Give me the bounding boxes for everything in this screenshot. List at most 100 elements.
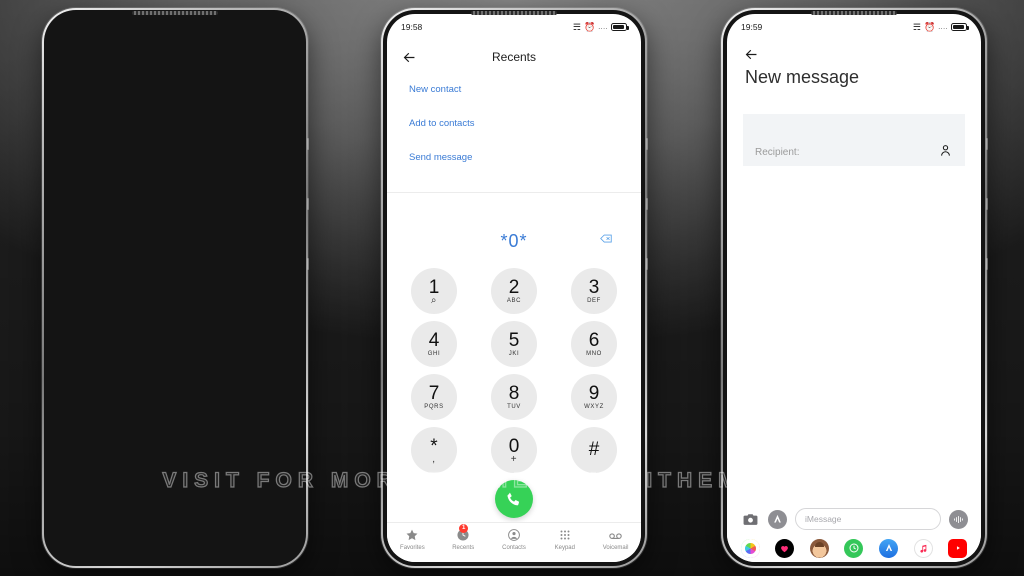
key-sub: WXYZ bbox=[584, 404, 604, 410]
person-icon[interactable] bbox=[938, 143, 953, 158]
voicemail-icon bbox=[608, 527, 623, 543]
key-digit: # bbox=[588, 439, 600, 460]
side-key[interactable] bbox=[307, 138, 309, 150]
back-arrow-icon[interactable] bbox=[401, 49, 418, 66]
tab-keypad[interactable]: Keypad bbox=[539, 527, 590, 551]
new-message-screen: 19:59 ☴ ⏰ .... New message Recipient: iM… bbox=[727, 14, 981, 562]
key-digit: 7 bbox=[428, 383, 440, 404]
key-sub: DEF bbox=[587, 298, 601, 304]
bluetooth-icon: ☴ bbox=[572, 21, 581, 32]
key-7[interactable]: 7 PQRS bbox=[411, 374, 457, 420]
backspace-icon[interactable] bbox=[599, 232, 613, 251]
recipient-field[interactable]: Recipient: bbox=[743, 114, 965, 166]
keypad-row: 4 GHI 5 JKI 6 MNO bbox=[411, 321, 617, 367]
alarm-icon: ⏰ bbox=[584, 21, 596, 32]
key-digit: 6 bbox=[588, 330, 600, 351]
call-button[interactable] bbox=[495, 480, 533, 518]
memoji-app-icon[interactable] bbox=[809, 538, 829, 558]
side-key[interactable] bbox=[986, 138, 988, 150]
earpiece-speaker bbox=[471, 11, 557, 15]
key-sub: PQRS bbox=[424, 404, 444, 410]
key-6[interactable]: 6 MNO bbox=[571, 321, 617, 367]
message-input-bar: iMessage bbox=[727, 504, 981, 534]
alarm-icon: ⏰ bbox=[924, 21, 936, 32]
recipient-placeholder: Recipient: bbox=[755, 147, 800, 158]
star-icon bbox=[405, 527, 419, 543]
digitaltouch-app-icon[interactable] bbox=[775, 538, 795, 558]
key-digit: 4 bbox=[428, 330, 440, 351]
key-9[interactable]: 9 WXYZ bbox=[571, 374, 617, 420]
key-hash[interactable]: # bbox=[571, 427, 617, 473]
key-star[interactable]: * , bbox=[411, 427, 457, 473]
contact-actions: New contact Add to contacts Send message bbox=[409, 84, 619, 186]
keypad-icon bbox=[558, 527, 572, 543]
tab-label: Keypad bbox=[554, 545, 575, 551]
keypad: 1 ⌕ 2 ABC 3 DEF 4 GHI 5 JKI 6 MNO 7 PQRS… bbox=[411, 268, 617, 480]
clock-app-icon[interactable] bbox=[844, 538, 864, 558]
phone-control-center: gency calls only ☴ ⏰ .... 1 bbox=[42, 8, 309, 568]
appstore-app-icon[interactable] bbox=[879, 538, 899, 558]
side-key[interactable] bbox=[646, 138, 648, 150]
side-key[interactable] bbox=[986, 258, 988, 270]
dial-number-row: *0* bbox=[387, 228, 641, 254]
camera-icon[interactable] bbox=[740, 510, 760, 529]
clock-label: 19:58 bbox=[401, 22, 423, 32]
tab-recents[interactable]: 1 Recents bbox=[438, 524, 489, 551]
back-arrow-icon[interactable] bbox=[743, 46, 760, 63]
key-digit: 5 bbox=[508, 330, 520, 351]
side-key[interactable] bbox=[307, 198, 309, 210]
keypad-row: 1 ⌕ 2 ABC 3 DEF bbox=[411, 268, 617, 314]
audio-waveform-icon[interactable] bbox=[949, 509, 968, 529]
dialed-number: *0* bbox=[500, 230, 528, 251]
key-4[interactable]: 4 GHI bbox=[411, 321, 457, 367]
action-add-to-contacts[interactable]: Add to contacts bbox=[409, 118, 619, 129]
tab-label: Recents bbox=[452, 545, 475, 551]
tab-label: Contacts bbox=[502, 545, 526, 551]
key-8[interactable]: 8 TUV bbox=[491, 374, 537, 420]
phone-dialer: 19:58 ☴ ⏰ .... Recents New contact Add t… bbox=[381, 8, 648, 568]
nav-bar: Recents bbox=[387, 40, 641, 74]
side-key[interactable] bbox=[646, 258, 648, 270]
status-bar: 19:59 ☴ ⏰ .... bbox=[727, 14, 981, 40]
message-text-input[interactable]: iMessage bbox=[795, 508, 941, 530]
side-key[interactable] bbox=[646, 198, 648, 210]
app-drawer-row bbox=[727, 534, 981, 562]
phone-bezel bbox=[44, 10, 306, 566]
key-sub: ABC bbox=[506, 298, 522, 304]
key-1[interactable]: 1 ⌕ bbox=[411, 268, 457, 314]
key-2[interactable]: 2 ABC bbox=[491, 268, 537, 314]
key-3[interactable]: 3 DEF bbox=[571, 268, 617, 314]
battery-icon bbox=[951, 23, 969, 31]
tab-voicemail[interactable]: Voicemail bbox=[590, 527, 641, 551]
key-sub: GHI bbox=[427, 351, 441, 357]
action-new-contact[interactable]: New contact bbox=[409, 84, 619, 95]
signal-dots: .... bbox=[938, 23, 948, 31]
divider bbox=[387, 192, 641, 193]
key-5[interactable]: 5 JKI bbox=[491, 321, 537, 367]
signal-dots: .... bbox=[598, 23, 608, 31]
side-key[interactable] bbox=[986, 198, 988, 210]
appstore-icon[interactable] bbox=[768, 509, 787, 529]
tab-favorites[interactable]: Favorites bbox=[387, 527, 438, 551]
tab-contacts[interactable]: Contacts bbox=[489, 527, 540, 551]
memoji-hair bbox=[814, 541, 824, 547]
contacts-icon bbox=[507, 527, 521, 543]
side-key[interactable] bbox=[307, 258, 309, 270]
dialer-screen: 19:58 ☴ ⏰ .... Recents New contact Add t… bbox=[387, 14, 641, 562]
key-sub: ⌕ bbox=[430, 295, 438, 306]
youtube-app-icon[interactable] bbox=[948, 538, 968, 558]
page-title: Recents bbox=[491, 50, 537, 64]
clock-icon: 1 bbox=[456, 524, 470, 543]
photos-app-icon[interactable] bbox=[740, 538, 760, 558]
key-digit: 3 bbox=[588, 277, 600, 298]
phone-new-message: 19:59 ☴ ⏰ .... New message Recipient: iM… bbox=[721, 8, 988, 568]
action-send-message[interactable]: Send message bbox=[409, 152, 619, 163]
key-digit: 8 bbox=[508, 383, 520, 404]
input-placeholder: iMessage bbox=[805, 514, 842, 524]
key-sub: + bbox=[510, 454, 518, 465]
key-sub: MNO bbox=[586, 351, 602, 357]
key-sub: JKI bbox=[508, 351, 520, 357]
tab-label: Favorites bbox=[400, 545, 425, 551]
music-app-icon[interactable] bbox=[913, 538, 933, 558]
key-0[interactable]: 0 + bbox=[491, 427, 537, 473]
